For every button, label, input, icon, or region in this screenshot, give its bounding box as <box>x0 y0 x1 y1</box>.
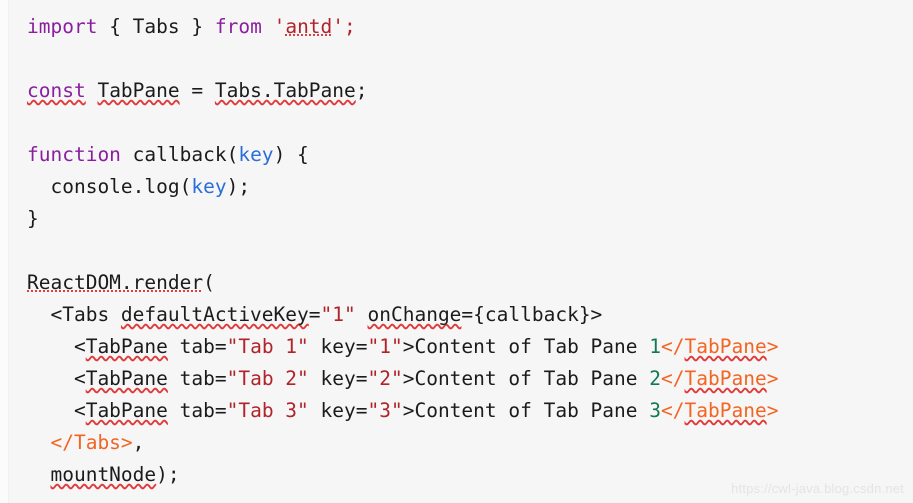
code-token: import <box>27 15 98 38</box>
editor-left-gutter-strip <box>0 0 9 503</box>
code-token: ); <box>156 463 180 486</box>
code-token: TabPane <box>85 367 168 390</box>
code-token: "2" <box>367 367 403 390</box>
code-token: key= <box>308 335 368 358</box>
code-token: defaultActiveKey <box>120 303 309 326</box>
code-token: ); <box>226 175 251 198</box>
code-token: </Tabs> <box>50 431 133 454</box>
code-token: "1" <box>320 303 356 326</box>
code-token: "Tab 2" <box>226 367 309 390</box>
code-token: ( <box>203 271 215 294</box>
code-token: >Content of Tab Pane <box>402 335 650 358</box>
code-token: 1 <box>649 335 662 358</box>
code-token: TabPane <box>684 367 767 390</box>
code-token: tab= <box>167 367 227 390</box>
code-token: "1" <box>367 335 403 358</box>
code-token: > <box>766 367 779 390</box>
code-line: } <box>27 203 907 235</box>
code-token: "3" <box>367 399 403 422</box>
code-token: TabPane <box>684 335 767 358</box>
code-token: ReactDOM.render <box>27 271 204 294</box>
code-line: import { Tabs } from 'antd'; <box>27 11 907 43</box>
code-token: >Content of Tab Pane <box>402 367 650 390</box>
code-token: ; <box>355 79 368 102</box>
code-snippet-screenshot: import { Tabs } from 'antd'; const TabPa… <box>0 0 913 503</box>
code-token: < <box>27 335 86 358</box>
code-line: const TabPane = Tabs.TabPane; <box>27 75 907 107</box>
code-token: <Tabs <box>27 303 121 326</box>
code-token: Tabs.TabPane <box>214 79 356 102</box>
code-token: key <box>191 175 227 198</box>
code-token: TabPane <box>85 335 168 358</box>
code-token: key= <box>308 367 368 390</box>
code-token: = <box>308 303 321 326</box>
code-token: ' <box>273 15 286 38</box>
code-token: TabPane <box>97 79 180 102</box>
code-token: ) { <box>273 143 309 166</box>
code-token: onChange <box>367 303 462 326</box>
code-line: console.log(key); <box>27 171 907 203</box>
code-line: <Tabs defaultActiveKey="1" onChange={cal… <box>27 299 907 331</box>
code-token: { Tabs } <box>97 15 215 38</box>
code-token: antd <box>285 15 333 38</box>
code-token: , <box>132 431 145 454</box>
code-token: function <box>27 143 121 166</box>
code-token: < <box>27 399 86 422</box>
code-token: '; <box>332 15 356 38</box>
code-line: </Tabs>, <box>27 427 907 459</box>
code-token: } <box>27 207 39 230</box>
code-token: </ <box>661 399 685 422</box>
code-token: callback( <box>120 143 239 166</box>
code-token: </ <box>661 335 685 358</box>
code-token: </ <box>661 367 685 390</box>
code-line: ReactDOM.render( <box>27 267 907 299</box>
code-token: const <box>27 79 86 102</box>
code-token: TabPane <box>684 399 767 422</box>
code-line: <TabPane tab="Tab 3" key="3">Content of … <box>27 395 907 427</box>
code-token: ={callback}> <box>461 303 603 326</box>
code-token: > <box>766 399 779 422</box>
code-token: key= <box>308 399 368 422</box>
code-token: > <box>766 335 779 358</box>
code-line: <TabPane tab="Tab 1" key="1">Content of … <box>27 331 907 363</box>
watermark-text: https://cwl-java.blog.csdn.net <box>731 481 904 496</box>
code-token: from <box>214 15 262 38</box>
code-token: < <box>27 367 86 390</box>
code-token: tab= <box>167 335 227 358</box>
code-token: TabPane <box>85 399 168 422</box>
code-line: function callback(key) { <box>27 139 907 171</box>
code-token: >Content of Tab Pane <box>402 399 650 422</box>
code-token: "Tab 1" <box>226 335 309 358</box>
code-line: <TabPane tab="Tab 2" key="2">Content of … <box>27 363 907 395</box>
code-block[interactable]: import { Tabs } from 'antd'; const TabPa… <box>27 11 907 491</box>
code-token: 3 <box>649 399 662 422</box>
code-token: console.log( <box>27 175 192 198</box>
code-token: "Tab 3" <box>226 399 309 422</box>
code-token: key <box>238 143 274 166</box>
code-token: mountNode <box>50 463 157 486</box>
code-token: = <box>179 79 215 102</box>
code-token: tab= <box>167 399 227 422</box>
code-token: 2 <box>649 367 662 390</box>
